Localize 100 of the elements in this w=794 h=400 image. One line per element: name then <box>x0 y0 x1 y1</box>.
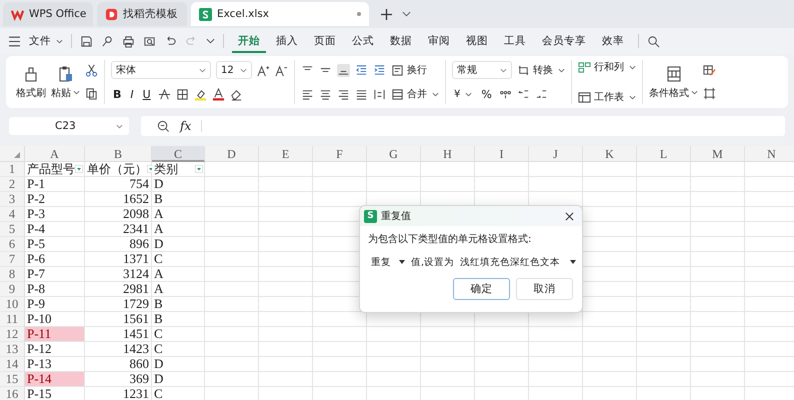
column-header[interactable]: M <box>691 146 745 162</box>
chevron-down-icon[interactable] <box>402 11 411 17</box>
column-header[interactable]: C <box>152 146 205 162</box>
ribbon-tab[interactable]: 效率 <box>596 30 630 52</box>
format-painter-button[interactable]: 格式刷 <box>16 64 46 100</box>
window-tab[interactable]: 找稻壳模板 <box>97 2 187 26</box>
freeze-panes-icon[interactable] <box>703 87 716 100</box>
justify-icon[interactable] <box>355 88 368 100</box>
distributed-icon[interactable] <box>373 88 386 100</box>
row-number[interactable]: 5 <box>0 222 25 237</box>
row-number[interactable]: 16 <box>0 387 25 400</box>
strikethrough-icon[interactable] <box>158 88 171 100</box>
name-box[interactable]: C23 <box>9 117 129 135</box>
column-header[interactable]: J <box>529 146 583 162</box>
table-cell: C <box>152 342 205 357</box>
filter-dropdown-icon[interactable] <box>195 165 203 173</box>
align-left-icon[interactable] <box>301 88 314 100</box>
row-number[interactable]: 1 <box>0 162 25 177</box>
column-header[interactable]: G <box>367 146 421 162</box>
filter-dropdown-icon[interactable] <box>75 165 83 173</box>
close-icon[interactable] <box>565 212 574 220</box>
scissors-icon[interactable] <box>85 64 98 77</box>
row-number[interactable]: 15 <box>0 372 25 387</box>
percent-button[interactable]: % <box>479 88 494 100</box>
underline-button[interactable]: U <box>140 88 153 100</box>
paste-button[interactable]: 粘贴 <box>51 64 80 100</box>
window-tab[interactable]: WPS Office <box>3 2 93 26</box>
table-cell: D <box>152 177 205 192</box>
increase-indent-icon[interactable] <box>373 64 386 76</box>
column-header[interactable]: D <box>205 146 259 162</box>
ok-button[interactable]: 确定 <box>453 278 510 300</box>
column-header[interactable]: I <box>475 146 529 162</box>
save-icon[interactable] <box>80 34 93 48</box>
column-header[interactable]: F <box>313 146 367 162</box>
row-number[interactable]: 14 <box>0 357 25 372</box>
decrease-font-icon[interactable] <box>275 64 288 76</box>
row-number[interactable]: 9 <box>0 282 25 297</box>
dropdown-arrow-icon <box>570 260 576 264</box>
row-number[interactable]: 4 <box>0 207 25 222</box>
zoom-icon <box>157 120 170 132</box>
ribbon-tab[interactable]: 页面 <box>308 30 342 52</box>
eraser-icon[interactable] <box>230 88 243 100</box>
ribbon-tab[interactable]: 视图 <box>460 30 494 52</box>
rows-columns-button[interactable]: 行和列 <box>578 60 636 74</box>
number-format-dropdown[interactable]: 常规 <box>452 61 512 79</box>
search-icon[interactable] <box>647 34 660 48</box>
chevron-down-icon <box>691 90 698 95</box>
copy-icon[interactable] <box>85 87 98 100</box>
bold-button[interactable]: B <box>111 88 124 100</box>
align-right-icon[interactable] <box>337 88 350 100</box>
ribbon-tab[interactable]: 工具 <box>498 30 532 52</box>
new-tab-icon[interactable] <box>381 8 392 20</box>
cancel-button[interactable]: 取消 <box>516 278 573 300</box>
print-icon[interactable] <box>122 34 135 48</box>
convert-button[interactable]: 转换 <box>517 63 565 77</box>
ribbon-tab[interactable]: 会员专享 <box>536 30 592 52</box>
window-tab[interactable]: Excel.xlsx <box>191 2 369 26</box>
file-menu[interactable]: 文件 <box>29 34 63 48</box>
formula-bar[interactable]: fx <box>141 116 785 136</box>
row-number[interactable]: 11 <box>0 312 25 327</box>
font-name-dropdown[interactable]: 宋体 <box>111 61 211 79</box>
row-number[interactable]: 6 <box>0 237 25 252</box>
ribbon-tab[interactable]: 数据 <box>384 30 418 52</box>
ribbon-tab[interactable]: 开始 <box>232 30 266 52</box>
column-header[interactable]: H <box>421 146 475 162</box>
align-bottom-icon[interactable] <box>337 64 350 76</box>
cell-style-icon[interactable] <box>703 64 716 77</box>
column-header[interactable]: K <box>583 146 637 162</box>
print-preview-icon[interactable] <box>143 34 156 48</box>
ribbon-tab[interactable]: 公式 <box>346 30 380 52</box>
chevron-down-icon[interactable] <box>206 38 215 44</box>
fill-color-icon[interactable] <box>194 88 207 100</box>
increase-decimal-icon[interactable] <box>516 88 530 100</box>
row-number[interactable]: 2 <box>0 177 25 192</box>
row-number[interactable]: 10 <box>0 297 25 312</box>
italic-button[interactable]: I <box>128 88 136 100</box>
decrease-indent-icon[interactable] <box>355 64 368 76</box>
merge-cells-button[interactable]: 合并 <box>391 87 439 101</box>
worksheet-button[interactable]: 工作表 <box>578 90 636 104</box>
conditional-format-button[interactable]: 条件格式 <box>649 64 698 100</box>
row-number[interactable]: 3 <box>0 192 25 207</box>
ribbon-tab[interactable]: 审阅 <box>422 30 456 52</box>
align-center-icon[interactable] <box>319 88 332 100</box>
font-size-dropdown[interactable]: 12 <box>216 61 252 79</box>
font-color-icon[interactable] <box>212 88 225 100</box>
column-header[interactable]: E <box>259 146 313 162</box>
header-label: 产品型号 <box>27 162 75 176</box>
increase-font-icon[interactable] <box>257 64 270 76</box>
ribbon-tab[interactable]: 插入 <box>270 30 304 52</box>
column-header[interactable]: L <box>637 146 691 162</box>
currency-button[interactable]: ¥ <box>452 88 474 100</box>
row-number[interactable]: 7 <box>0 252 25 267</box>
column-header[interactable]: N <box>745 146 794 162</box>
decrease-decimal-icon[interactable] <box>534 88 548 100</box>
row-number[interactable]: 8 <box>0 267 25 282</box>
wrap-text-button[interactable]: 换行 <box>391 63 427 77</box>
row-number[interactable]: 13 <box>0 342 25 357</box>
borders-icon[interactable] <box>176 88 189 100</box>
menu-icon[interactable] <box>8 34 21 48</box>
row-number[interactable]: 12 <box>0 327 25 342</box>
